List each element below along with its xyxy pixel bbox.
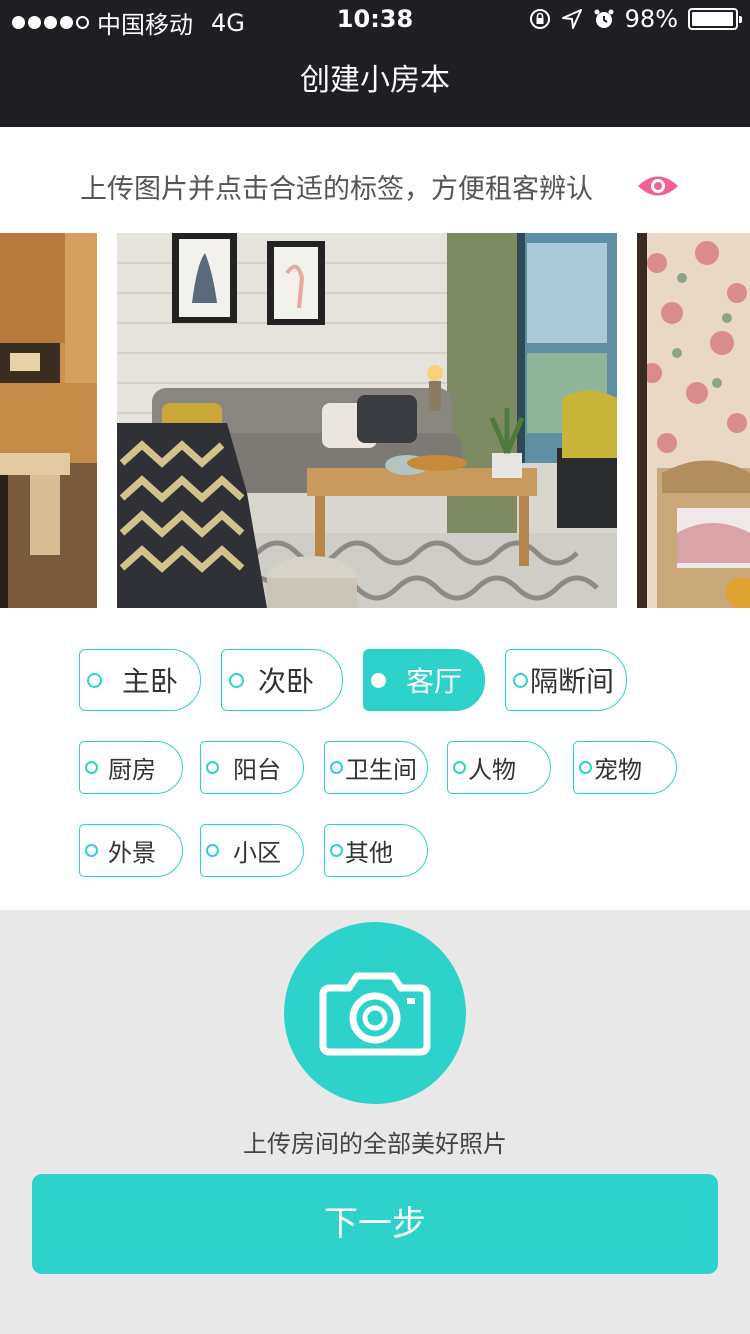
- tag-radio-icon: [87, 672, 102, 688]
- tag-kitchen[interactable]: 厨房: [79, 741, 183, 794]
- tag-radio-icon: [579, 761, 592, 774]
- tag-radio-icon: [330, 844, 343, 857]
- photo-thumbnail-previous[interactable]: [0, 233, 97, 608]
- tag-selected-icon: [371, 672, 386, 688]
- tag-label: 主卧: [122, 665, 179, 698]
- rotation-lock-icon: [529, 9, 550, 29]
- tag-radio-icon: [513, 672, 528, 688]
- tag-other[interactable]: 其他: [324, 824, 428, 877]
- upload-caption: 上传房间的全部美好照片: [243, 1130, 507, 1158]
- photo-thumbnail-next[interactable]: [637, 233, 750, 608]
- hint-text: 上传图片并点击合适的标签，方便租客辨认: [80, 174, 593, 205]
- tag-exterior[interactable]: 外景: [79, 824, 183, 877]
- location-arrow-icon: [561, 9, 582, 29]
- eye-icon[interactable]: [637, 171, 679, 201]
- tag-living-room[interactable]: 客厅: [363, 649, 485, 711]
- tag-label: 阳台: [233, 756, 281, 784]
- status-right: 98%: [529, 5, 742, 33]
- tag-label: 宠物: [594, 756, 642, 784]
- tag-label: 人物: [468, 756, 516, 784]
- tag-radio-icon: [206, 761, 219, 774]
- upload-photo-button[interactable]: [284, 922, 466, 1104]
- tag-partition-room[interactable]: 隔断间: [505, 649, 627, 711]
- alarm-icon: [594, 9, 614, 28]
- camera-icon: [319, 972, 431, 1056]
- battery-percent: 98%: [624, 5, 678, 33]
- tag-radio-icon: [453, 761, 466, 774]
- tag-label: 隔断间: [530, 665, 615, 698]
- tag-label: 外景: [108, 839, 156, 867]
- next-step-button[interactable]: 下一步: [32, 1174, 718, 1274]
- tag-label: 卫生间: [345, 756, 417, 784]
- photo-thumbnail-current[interactable]: [117, 233, 617, 608]
- tag-people[interactable]: 人物: [447, 741, 551, 794]
- tag-label: 次卧: [258, 665, 315, 698]
- photo-tag-panel: 上传图片并点击合适的标签，方便租客辨认 主卧 次卧 客厅 隔断间 厨房 阳台 卫…: [0, 127, 750, 910]
- tag-pet[interactable]: 宠物: [573, 741, 677, 794]
- tag-radio-icon: [330, 761, 343, 774]
- tag-bathroom[interactable]: 卫生间: [324, 741, 428, 794]
- tag-community[interactable]: 小区: [200, 824, 304, 877]
- tag-radio-icon: [85, 844, 98, 857]
- tag-second-bedroom[interactable]: 次卧: [221, 649, 343, 711]
- nav-bar: 创建小房本: [0, 40, 750, 127]
- tag-label: 小区: [233, 839, 281, 867]
- tag-master-bedroom[interactable]: 主卧: [79, 649, 201, 711]
- tag-label: 其他: [345, 839, 393, 867]
- tag-label: 厨房: [108, 756, 156, 784]
- status-bar: 中国移动 4G 10:38 98%: [0, 0, 750, 40]
- tag-balcony[interactable]: 阳台: [200, 741, 304, 794]
- tag-radio-icon: [229, 672, 244, 688]
- page-title: 创建小房本: [300, 63, 450, 98]
- tag-radio-icon: [206, 844, 219, 857]
- tag-label: 客厅: [406, 665, 463, 698]
- battery-icon: [688, 8, 742, 30]
- tag-radio-icon: [85, 761, 98, 774]
